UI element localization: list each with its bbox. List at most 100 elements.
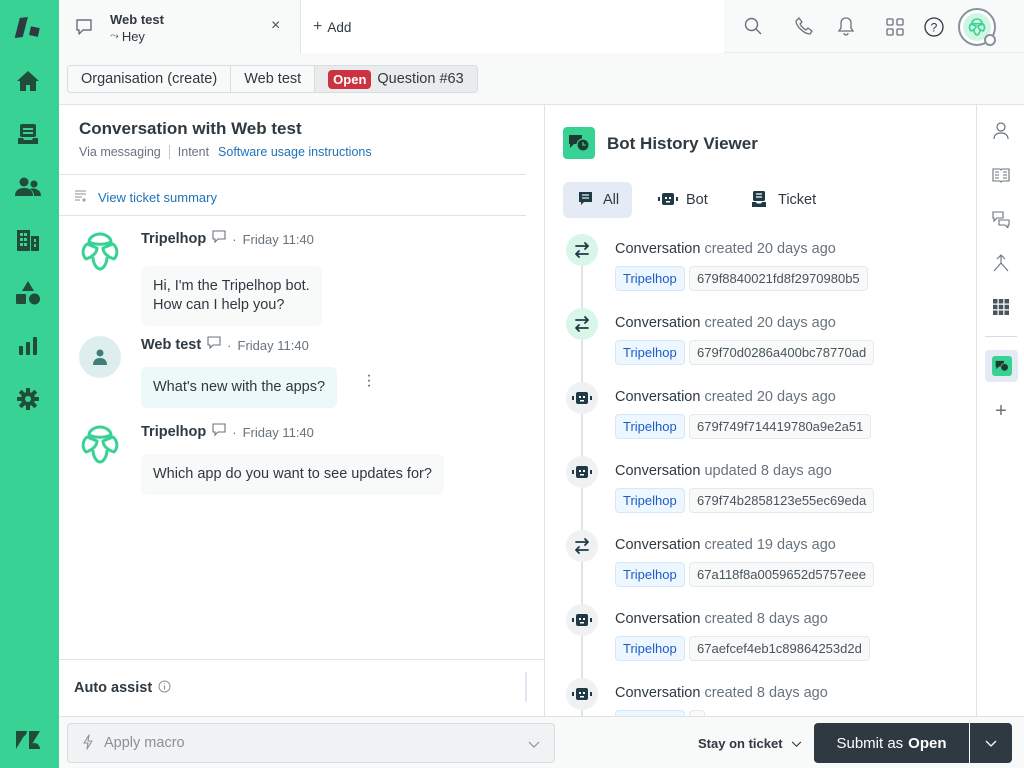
filter-ticket-tab[interactable]: Ticket [752,182,816,218]
add-tab-area: + Add [301,0,724,53]
message-header: Tripelhop · Friday 11:40 [141,230,314,247]
apps-icon[interactable] [989,295,1013,319]
event-title: Conversation updated 8 days ago [615,463,832,479]
filter-all-tab[interactable]: All [563,182,632,218]
zendesk-product-icon[interactable] [14,14,42,42]
bot-tag[interactable]: Tripelhop [615,414,685,439]
bot-history-app-icon [991,356,1012,376]
search-icon[interactable] [744,17,762,38]
channel-label: Via messaging [79,145,161,159]
status-indicator [984,34,996,46]
breadcrumb-ticket[interactable]: Open Question #63 [315,66,477,92]
divider [59,174,526,175]
add-tab-button[interactable]: + Add [313,18,351,36]
bot-event-icon [566,604,598,636]
timeline-event: Conversation created 8 days ago Tripelhop… [546,604,966,678]
timeline-event: Conversation created 19 days ago Tripelho… [546,530,966,604]
breadcrumb: Organisation (create) Web test Open Ques… [67,65,478,93]
divider [168,145,170,159]
message-time: Friday 11:40 [237,337,309,353]
summary-list-icon [75,189,88,205]
reporting-icon[interactable] [14,332,42,360]
submit-options-button[interactable] [970,723,1012,763]
conversation-id-tag[interactable]: 67aefcef4eb1c89864253d2d [689,636,870,661]
scrollbar[interactable] [525,672,527,702]
settings-gear-icon[interactable] [14,385,42,413]
ticket-icon [752,190,766,210]
author-name: Tripelhop [141,231,207,247]
bot-history-app: Bot History Viewer All Bot Ticket Conver… [546,105,976,716]
message-header: Tripelhop · Friday 11:40 [141,423,314,441]
transfer-event-icon [566,530,598,562]
merge-icon[interactable] [989,251,1013,275]
message-time: Friday 11:40 [242,231,314,247]
user-profile-icon[interactable] [989,119,1013,143]
view-ticket-summary-button[interactable]: View ticket summary [75,189,217,205]
message-item: Web test · Friday 11:40 What's new with … [79,336,499,411]
close-tab-icon[interactable]: × [271,17,280,35]
svg-text:?: ? [931,21,938,35]
user-avatar [79,336,121,378]
objects-icon[interactable] [14,279,42,307]
event-title: Conversation created 8 days ago [615,685,828,701]
divider [985,336,1017,337]
message-channel-icon [212,423,226,441]
conversation-id-tag[interactable]: 679f749f714419780a9e2a51 [689,414,872,439]
more-options-icon[interactable]: · · · [366,368,372,394]
bot-tag[interactable]: Tripelhop [615,266,685,291]
conversation-id-tag[interactable]: 679f8840021fd8f2970980b5 [689,266,868,291]
timeline-event: Conversation created 20 days ago Tripelho… [546,382,966,456]
tab-subtitle: Hey [121,29,145,44]
message-item: Tripelhop · Friday 11:40 Hi, I'm the Tri… [79,230,499,326]
add-app-plus-icon[interactable]: + [989,399,1013,423]
apply-macro-select[interactable]: Apply macro [67,723,555,763]
phone-icon[interactable] [795,17,813,38]
conversation-id-tag[interactable]: 67a118f8a0059652d5757eee [689,562,874,587]
submit-button[interactable]: Submit as Open [814,723,969,763]
info-icon[interactable] [158,680,171,696]
auto-assist-header: Auto assist [74,680,171,696]
bot-tag[interactable]: Tripelhop [615,562,685,587]
bot-tag[interactable]: Tripelhop [615,488,685,513]
zendesk-logo-icon[interactable] [14,726,42,754]
notifications-bell-icon[interactable] [837,16,855,39]
organizations-icon[interactable] [14,226,42,254]
ticket-footer: Apply macro Stay on ticket Submit as Ope… [59,716,1024,768]
author-name: Web test [141,337,202,353]
chat-icon [578,191,593,210]
home-icon[interactable] [14,67,42,95]
user-avatar[interactable] [958,8,996,46]
timeline-event: Conversation updated 8 days ago Tripelhop… [546,456,966,530]
stay-on-ticket-dropdown[interactable]: Stay on ticket [698,735,802,751]
conversations-icon[interactable] [989,207,1013,231]
conversation-id-tag[interactable]: 679f74b2858123e55ec69eda [689,488,875,513]
lightning-icon [82,733,94,753]
views-icon[interactable] [14,120,42,148]
bot-icon [658,192,678,209]
tripelhop-avatar [79,230,121,272]
message-bubble: What's new with the apps? [141,367,338,408]
plus-icon: + [313,18,323,35]
apps-grid-icon[interactable] [886,18,904,39]
conversation-id-tag[interactable]: 679f70d0286a400bc78770ad [689,340,875,365]
help-icon[interactable]: ? [924,17,944,40]
breadcrumb-organisation[interactable]: Organisation (create) [68,66,232,92]
message-header: Web test · Friday 11:40 [141,336,309,353]
message-item: Tripelhop · Friday 11:40 Which app do yo… [79,423,499,498]
ticket-tab[interactable]: Web test ⤳ Hey × [59,0,301,53]
bot-event-icon [566,678,598,710]
conversation-pane: Conversation with Web test Via messaging… [59,105,545,716]
status-badge: Open [328,69,372,89]
filter-bot-tab[interactable]: Bot [658,182,708,218]
app-title: Bot History Viewer [607,134,758,153]
bot-history-app-button[interactable] [985,350,1018,382]
bot-event-icon [566,456,598,488]
bot-tag[interactable]: Tripelhop [615,340,685,365]
customers-icon[interactable] [14,173,42,201]
transfer-event-icon [566,234,598,266]
bot-tag[interactable]: Tripelhop [615,636,685,661]
timeline-event: Conversation created 20 days ago Tripelho… [546,308,966,382]
breadcrumb-requester[interactable]: Web test [231,66,316,92]
knowledge-book-icon[interactable] [989,163,1013,187]
intent-link[interactable]: Software usage instructions [218,145,372,159]
